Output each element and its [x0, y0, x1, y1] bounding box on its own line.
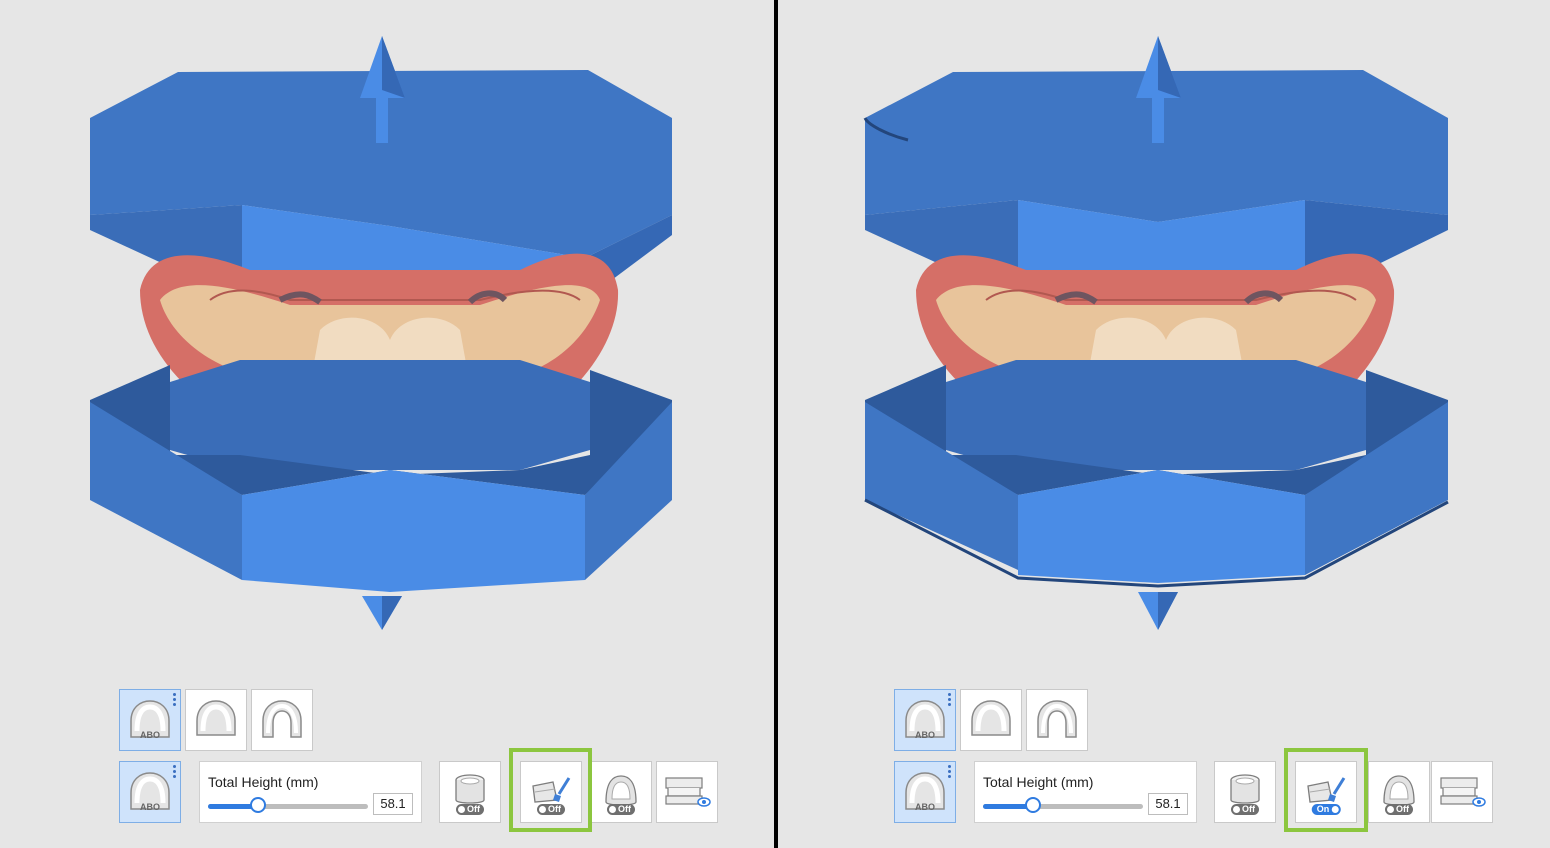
- comparison-figure: ABO ABO Total Height (mm) 58.1 Off Off O…: [0, 0, 1550, 848]
- horseshoe-base-button[interactable]: [1026, 689, 1088, 751]
- model-visibility-icon: [665, 777, 711, 807]
- model-3d-view[interactable]: [778, 0, 1550, 680]
- current-base-button[interactable]: ABO: [894, 761, 956, 823]
- palate-toggle-badge: Off: [1385, 804, 1413, 815]
- arch-base-button[interactable]: [185, 689, 247, 751]
- total-height-slider[interactable]: [208, 797, 368, 813]
- abo-base-button[interactable]: ABO: [894, 689, 956, 751]
- lower-base-inner-face: [170, 360, 590, 470]
- palate-fill-button[interactable]: Off: [590, 761, 652, 823]
- model-visibility-icon: [1440, 777, 1486, 807]
- total-height-label: Total Height (mm): [983, 774, 1094, 790]
- total-height-input[interactable]: 58.1: [373, 793, 413, 815]
- svg-text:ABO: ABO: [915, 802, 935, 812]
- total-height-label: Total Height (mm): [208, 774, 319, 790]
- show-model-button[interactable]: [656, 761, 718, 823]
- more-options-icon[interactable]: [173, 693, 176, 707]
- abo-base-icon: ABO: [130, 772, 170, 812]
- horseshoe-base-button[interactable]: [251, 689, 313, 751]
- hollow-toggle-badge: Off: [1231, 804, 1259, 815]
- arch-base-icon: [196, 700, 236, 736]
- hollow-base-button[interactable]: Off: [439, 761, 501, 823]
- palate-fill-button[interactable]: Off: [1368, 761, 1430, 823]
- total-height-control: Total Height (mm) 58.1: [974, 761, 1197, 823]
- brush-toggle-badge: On: [1311, 804, 1341, 815]
- smooth-brush-button[interactable]: Off: [520, 761, 582, 823]
- abo-base-icon: ABO: [130, 700, 170, 740]
- abo-base-icon: ABO: [905, 700, 945, 740]
- hollow-toggle-badge: Off: [456, 804, 484, 815]
- abo-base-icon: ABO: [905, 772, 945, 812]
- brush-toggle-badge: Off: [537, 804, 565, 815]
- smooth-brush-button[interactable]: On: [1295, 761, 1357, 823]
- svg-text:ABO: ABO: [140, 802, 160, 812]
- right-viewport: ABO ABO Total Height (mm) 58.1 Off On Of…: [778, 0, 1550, 848]
- arch-base-button[interactable]: [960, 689, 1022, 751]
- total-height-input[interactable]: 58.1: [1148, 793, 1188, 815]
- down-arrow-handle[interactable]: [362, 596, 402, 630]
- slider-handle[interactable]: [249, 797, 266, 813]
- total-height-slider[interactable]: [983, 797, 1143, 813]
- current-base-button[interactable]: ABO: [119, 761, 181, 823]
- horseshoe-base-icon: [262, 700, 302, 738]
- slider-handle[interactable]: [1024, 797, 1041, 813]
- model-3d-view[interactable]: [0, 0, 774, 680]
- arch-base-icon: [971, 700, 1011, 736]
- hollow-base-button[interactable]: Off: [1214, 761, 1276, 823]
- lower-base-inner-face: [946, 360, 1366, 470]
- more-options-icon[interactable]: [173, 765, 176, 779]
- palate-toggle-badge: Off: [607, 804, 635, 815]
- svg-text:ABO: ABO: [140, 730, 160, 740]
- left-viewport: ABO ABO Total Height (mm) 58.1 Off Off O…: [0, 0, 774, 848]
- show-model-button[interactable]: [1431, 761, 1493, 823]
- horseshoe-base-icon: [1037, 700, 1077, 738]
- down-arrow-handle[interactable]: [1138, 592, 1178, 630]
- total-height-control: Total Height (mm) 58.1: [199, 761, 422, 823]
- svg-text:ABO: ABO: [915, 730, 935, 740]
- more-options-icon[interactable]: [948, 693, 951, 707]
- abo-base-button[interactable]: ABO: [119, 689, 181, 751]
- more-options-icon[interactable]: [948, 765, 951, 779]
